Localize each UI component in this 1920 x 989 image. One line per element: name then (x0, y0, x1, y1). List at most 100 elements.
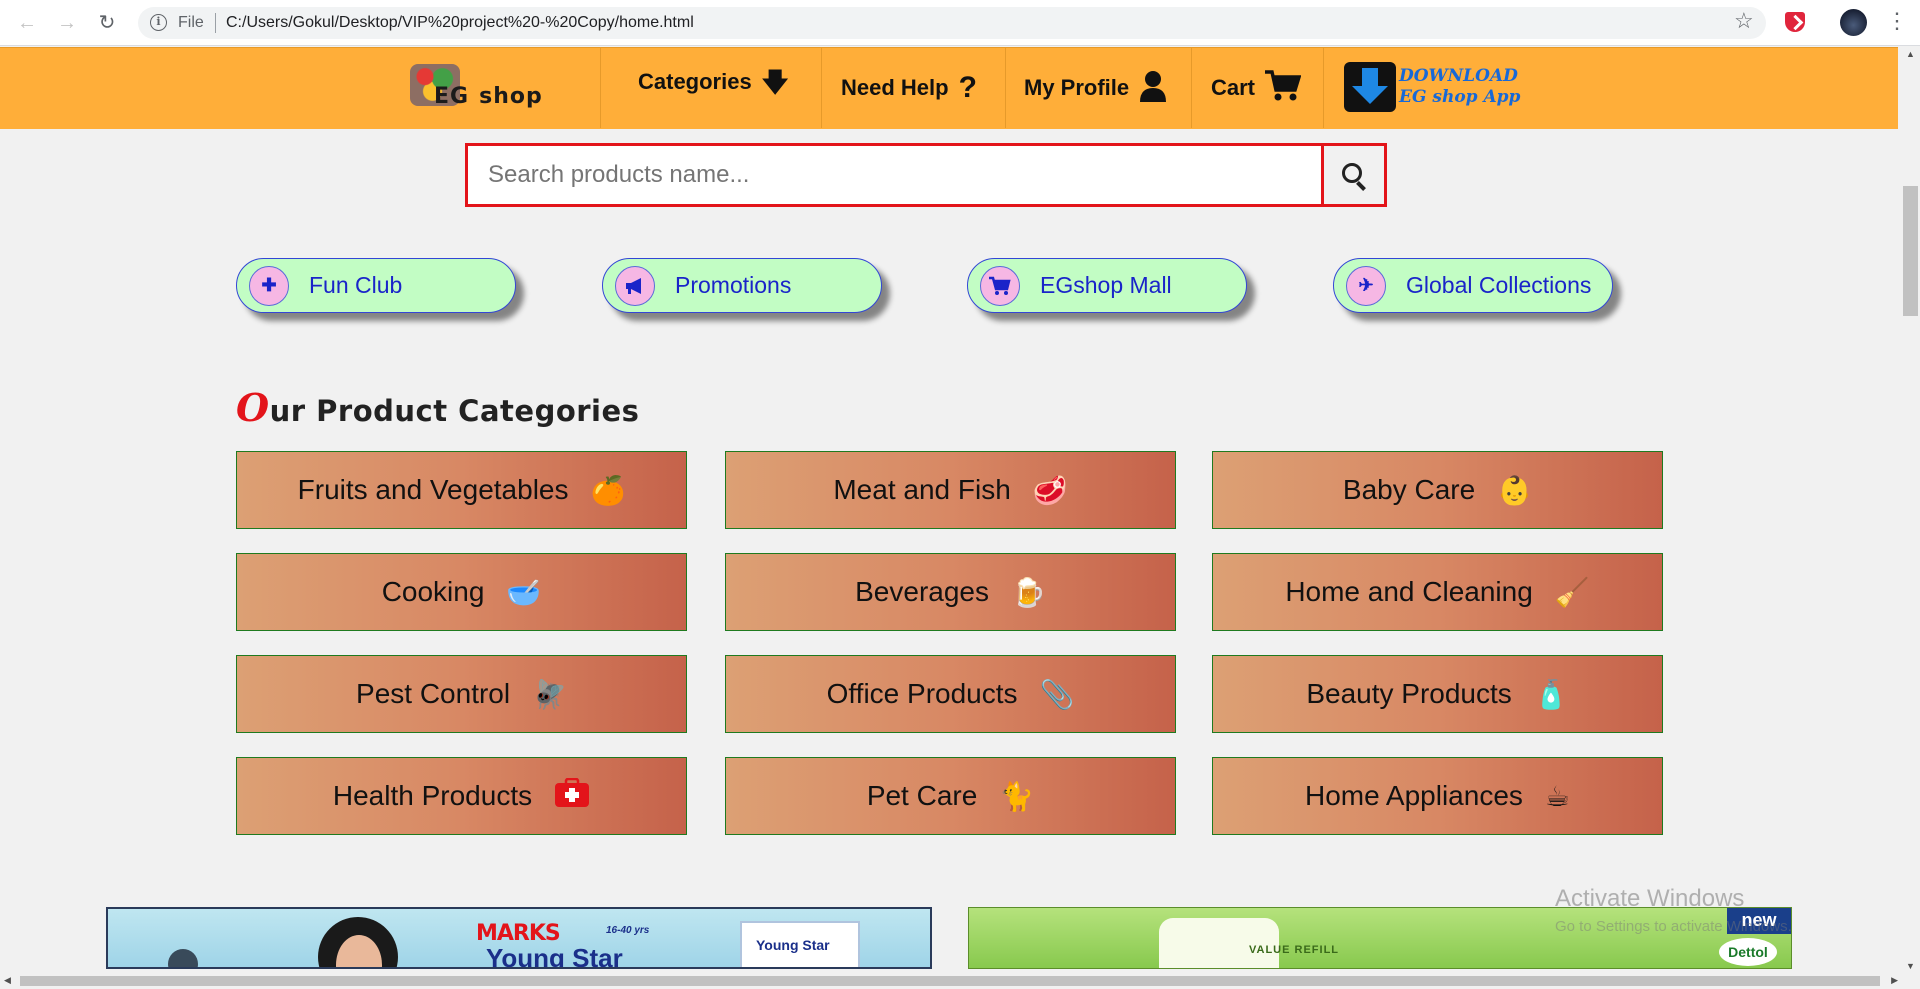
title-first-letter: O (236, 385, 270, 430)
category-meat-and-fish[interactable]: Meat and Fish 🥩 (725, 451, 1176, 529)
url-text[interactable]: C:/Users/Gokul/Desktop/VIP%20project%20-… (226, 14, 694, 32)
search-bar (465, 143, 1387, 207)
download-line2: EG shop App (1399, 87, 1521, 107)
quick-link-egshop-mall[interactable]: EGshop Mall (967, 258, 1247, 313)
lotion-icon: 🧴 (1533, 677, 1569, 711)
reload-icon[interactable]: ↻ (94, 10, 120, 36)
plane-icon: ✈ (1346, 265, 1386, 306)
activation-watermark-subtext: Go to Settings to activate Windows. (1555, 918, 1792, 935)
back-arrow-icon[interactable]: ← (14, 10, 40, 36)
user-icon (1139, 70, 1167, 106)
quick-link-global-collections[interactable]: ✈ Global Collections (1333, 258, 1613, 313)
scroll-thumb[interactable] (1903, 186, 1918, 316)
nav-label: Need Help (841, 75, 949, 100)
extension-icon[interactable] (1785, 12, 1805, 32)
pill-label: Promotions (675, 272, 792, 298)
scroll-right-icon[interactable]: ▶ (1891, 975, 1898, 986)
site-header: EG shop Categories 🡇 Need Help ? My Profi… (0, 47, 1898, 129)
url-separator (215, 13, 216, 33)
title-rest: ur Product Categories (269, 394, 640, 428)
nav-categories[interactable]: Categories 🡇 (638, 42, 788, 122)
category-home-and-cleaning[interactable]: Home and Cleaning 🧹 (1212, 553, 1663, 631)
download-icon[interactable] (1344, 62, 1396, 112)
category-label: Health Products (332, 780, 533, 811)
quick-link-fun-club[interactable]: ✚ Fun Club (236, 258, 516, 313)
header-divider (821, 48, 822, 128)
scroll-thumb[interactable] (20, 976, 1880, 986)
category-label: Baby Care (1342, 474, 1476, 505)
scroll-left-icon[interactable]: ◀ (4, 975, 11, 986)
info-icon[interactable]: i (150, 14, 167, 31)
cart-icon (980, 265, 1020, 306)
category-label: Beverages (855, 576, 989, 607)
category-label: Meat and Fish (833, 474, 1011, 505)
category-label: Home Appliances (1304, 780, 1523, 811)
category-cooking[interactable]: Cooking 🥣 (236, 553, 687, 631)
activation-watermark: Activate Windows (1555, 885, 1745, 912)
category-beverages[interactable]: Beverages 🍺 (725, 553, 1176, 631)
fruit-icon: 🍊 (590, 473, 626, 507)
broom-icon: 🧹 (1554, 575, 1590, 609)
download-app-link[interactable]: DOWNLOAD EG shop App (1399, 66, 1520, 108)
logo-text: EG shop (434, 84, 543, 109)
scroll-up-icon[interactable]: ▲ (1906, 49, 1915, 59)
promo-banner-dettol[interactable]: VALUE REFILL new Dettol (968, 907, 1792, 969)
nav-cart[interactable]: Cart (1211, 48, 1302, 128)
nav-need-help[interactable]: Need Help ? (841, 48, 977, 128)
horizontal-scrollbar[interactable]: ◀ ▶ (0, 973, 1920, 989)
banner-pack-text: Young Star (756, 937, 830, 953)
header-divider (600, 48, 601, 128)
category-baby-care[interactable]: Baby Care 👶 (1212, 451, 1663, 529)
banner-person (168, 949, 198, 967)
fly-icon: 🪰 (532, 677, 567, 711)
category-label: Beauty Products (1306, 678, 1512, 709)
cat-icon: 🐈 (999, 779, 1035, 813)
arrow-down-icon: 🡇 (761, 67, 789, 97)
profile-avatar[interactable] (1840, 9, 1867, 36)
address-bar[interactable]: i File C:/Users/Gokul/Desktop/VIP%20proj… (138, 7, 1766, 39)
browser-toolbar: ← → ↻ i File C:/Users/Gokul/Desktop/VIP%… (0, 0, 1920, 46)
category-label: Pest Control (356, 678, 511, 709)
bowl-icon: 🥣 (506, 575, 542, 609)
category-home-appliances[interactable]: Home Appliances ☕ (1212, 757, 1663, 835)
baby-icon: 👶 (1497, 473, 1533, 507)
search-input[interactable] (468, 146, 1321, 204)
megaphone-icon (615, 265, 655, 306)
forward-arrow-icon[interactable]: → (54, 10, 80, 36)
banner-brand: Dettol (1719, 938, 1777, 966)
section-title: Our Product Categories (236, 385, 639, 430)
banner-product: Young Star (486, 943, 623, 969)
category-health-products[interactable]: Health Products (236, 757, 687, 835)
pill-label: EGshop Mall (1040, 272, 1172, 298)
puzzle-icon: ✚ (249, 265, 289, 306)
egshop-logo[interactable]: EG shop (406, 58, 582, 120)
category-pest-control[interactable]: Pest Control 🪰 (236, 655, 687, 733)
category-beauty-products[interactable]: Beauty Products 🧴 (1212, 655, 1663, 733)
banner-model (318, 917, 398, 967)
menu-dots-icon[interactable]: ⋮ (1886, 8, 1908, 34)
category-label: Pet Care (866, 780, 978, 811)
banner-tagline: 16-40 yrs (606, 925, 650, 936)
scroll-down-icon[interactable]: ▼ (1906, 961, 1915, 971)
banner-refill-text: VALUE REFILL (1249, 944, 1340, 956)
star-icon[interactable]: ☆ (1734, 8, 1754, 34)
quick-link-promotions[interactable]: Promotions (602, 258, 882, 313)
nav-label: Cart (1211, 75, 1256, 100)
category-label: Home and Cleaning (1285, 576, 1533, 607)
search-button[interactable] (1321, 146, 1384, 204)
category-label: Office Products (826, 678, 1018, 709)
nav-my-profile[interactable]: My Profile (1024, 48, 1167, 128)
header-divider (1323, 48, 1324, 128)
category-pet-care[interactable]: Pet Care 🐈 (725, 757, 1176, 835)
category-fruits-and-vegetables[interactable]: Fruits and Vegetables 🍊 (236, 451, 687, 529)
promo-banner-marks[interactable]: MARKS Young Star 16-40 yrs Young Star (106, 907, 932, 969)
download-line1: DOWNLOAD (1399, 66, 1518, 86)
vertical-scrollbar[interactable]: ▲ ▼ (1901, 47, 1920, 973)
category-label: Fruits and Vegetables (297, 474, 569, 505)
search-icon (1342, 163, 1362, 183)
category-office-products[interactable]: Office Products 📎 (725, 655, 1176, 733)
meat-icon: 🥩 (1032, 473, 1068, 507)
file-label: File (178, 14, 204, 31)
cart-icon (1265, 70, 1302, 106)
nav-label: Categories (638, 69, 752, 94)
